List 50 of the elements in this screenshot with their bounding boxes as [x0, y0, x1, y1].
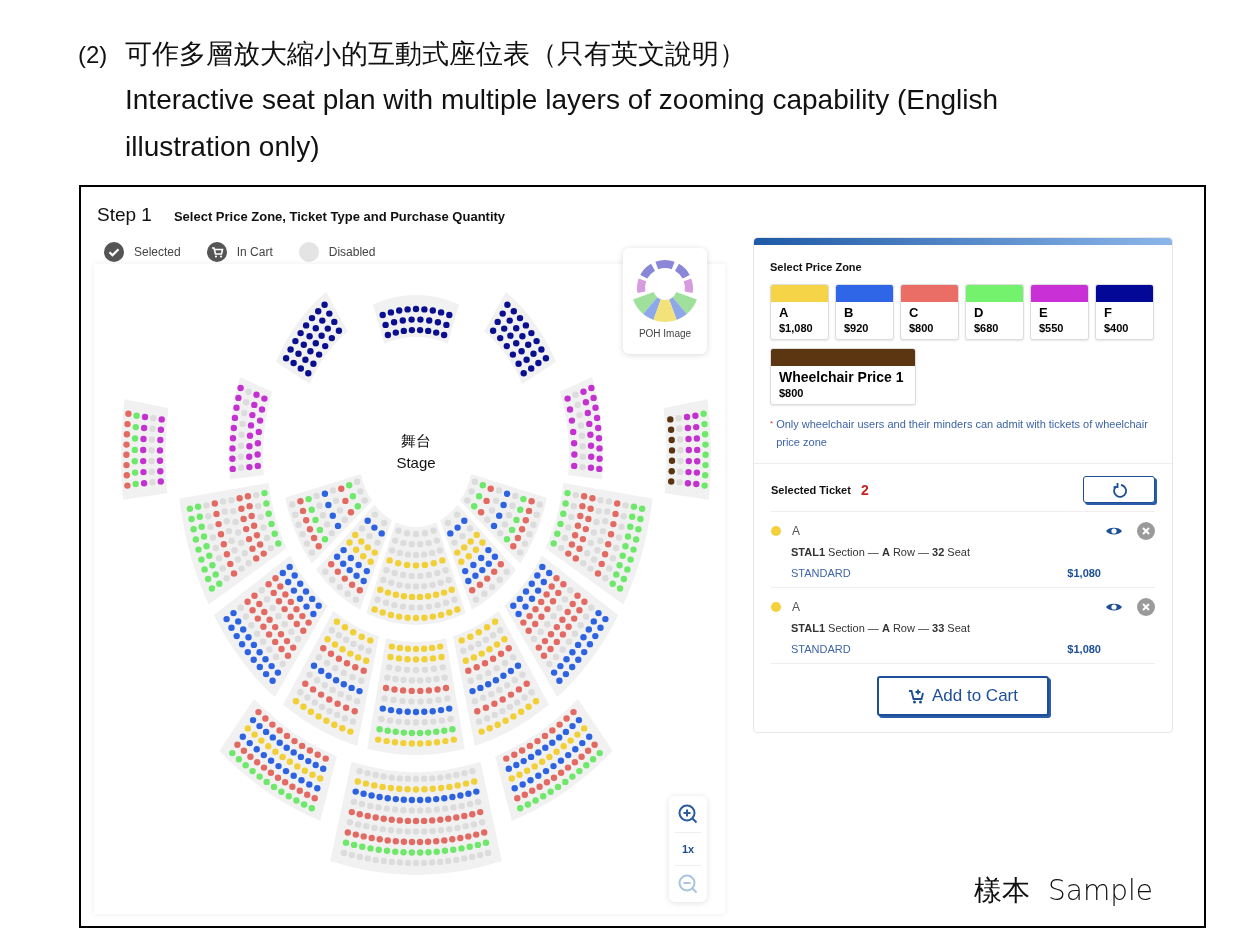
- section-title: Select Price Zone: [770, 261, 863, 273]
- remove-ticket-button[interactable]: [1137, 522, 1155, 540]
- cart-icon: [908, 688, 925, 704]
- step-label: Step 1: [97, 204, 152, 226]
- disabled-seat-icon: [298, 242, 319, 262]
- caption-number: (2): [78, 41, 108, 69]
- ticket-zone: A: [792, 600, 801, 614]
- remove-ticket-button[interactable]: [1137, 598, 1155, 616]
- selected-check-icon: [104, 242, 124, 262]
- stage-label: Stage: [396, 454, 436, 471]
- refresh-icon: [1111, 481, 1127, 498]
- ticket-count: 2: [860, 481, 869, 498]
- price-zone-option[interactable]: C $800: [900, 284, 959, 340]
- caption-title: 可作多層放大縮小的互動式座位表（只有英文說明）: [125, 37, 747, 71]
- ticket-type: STANDARD: [791, 643, 851, 655]
- add-to-cart-button[interactable]: Add to Cart: [877, 676, 1049, 716]
- price-zone-option[interactable]: F $400: [1095, 284, 1154, 340]
- seating-section[interactable]: [370, 293, 462, 347]
- seat-details: STAL1 Section — A Row — 32 Seat: [791, 546, 971, 558]
- ticket-price: $1,080: [1067, 567, 1101, 579]
- seat-details: STAL1 Section — A Row — 33 Seat: [791, 622, 971, 634]
- price-zone-option[interactable]: D $680: [965, 284, 1024, 340]
- legend-label: In Cart: [236, 245, 273, 259]
- ticket-zone: A: [792, 524, 801, 538]
- zoom-in-icon: [678, 804, 698, 824]
- legend-label: Disabled: [328, 245, 376, 259]
- step-title: Select Price Zone, Ticket Type and Purchase Quantity: [173, 209, 506, 224]
- sample-label: 樣本 Sample: [974, 873, 1153, 909]
- ticket-price: $1,080: [1067, 643, 1101, 655]
- price-zone-option[interactable]: E $550: [1030, 284, 1089, 340]
- zoom-out-icon: [678, 874, 698, 894]
- cart-icon: [206, 242, 227, 262]
- caption-text: Interactive seat plan with multiple layers of zooming capability (English illustration only): [125, 83, 1000, 164]
- ticket-type: STANDARD: [791, 567, 851, 579]
- seating-section[interactable]: [482, 289, 559, 387]
- stage-label: 舞台: [401, 432, 431, 451]
- seating-section[interactable]: [273, 289, 350, 387]
- reset-button[interactable]: [1083, 476, 1155, 503]
- close-icon: [1137, 598, 1155, 616]
- seating-section[interactable]: [661, 397, 713, 503]
- close-icon: [1137, 522, 1155, 540]
- asterisk-mark: *: [770, 418, 774, 430]
- wheelchair-note: Only wheelchair users and their minders can admit with tickets of wheelchair price zone: [776, 417, 1149, 450]
- price-zone-option[interactable]: Wheelchair Price 1 $800: [770, 348, 916, 405]
- section-title: Selected Ticket: [771, 483, 851, 496]
- price-zone-option[interactable]: A $1,080: [770, 284, 829, 340]
- zoom-level: 1x: [681, 842, 695, 857]
- overview-thumbnail[interactable]: POH Image: [623, 248, 707, 354]
- price-zone-option[interactable]: B $920: [835, 284, 894, 340]
- legend-label: Selected: [134, 245, 181, 259]
